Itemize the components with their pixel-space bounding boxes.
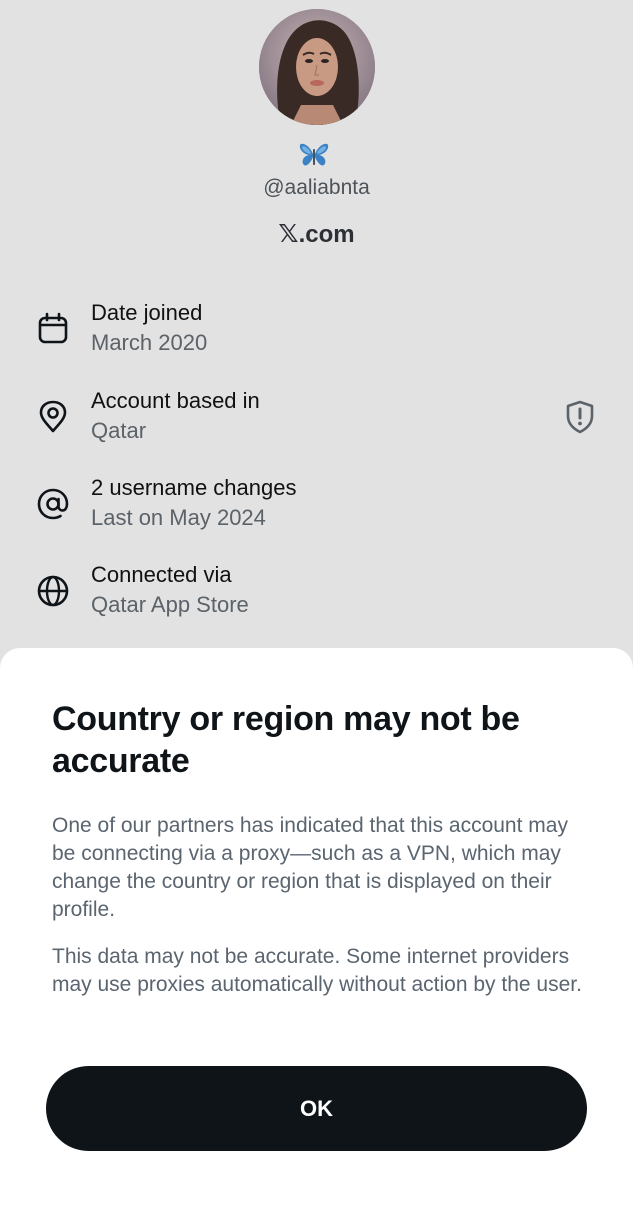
info-value: Qatar xyxy=(91,418,147,443)
profile-handle: @aaliabnta xyxy=(263,176,370,199)
butterfly-icon xyxy=(299,143,329,166)
ok-button[interactable]: OK xyxy=(46,1066,587,1151)
info-row-connected-via: Connected via Qatar App Store xyxy=(0,560,633,626)
globe-icon xyxy=(37,575,69,607)
info-row-date-joined: Date joined March 2020 xyxy=(0,298,633,364)
sheet-paragraph-proxy: One of our partners has indicated that t… xyxy=(52,814,568,921)
sheet-paragraph-accuracy: This data may not be accurate. Some inte… xyxy=(52,945,582,996)
info-title: Connected via xyxy=(91,562,232,587)
info-row-username-changes: 2 username changes Last on May 2024 xyxy=(0,473,633,539)
location-pin-icon xyxy=(39,400,67,433)
avatar[interactable] xyxy=(259,9,375,125)
calendar-icon xyxy=(38,312,68,344)
info-row-account-based-in: Account based in Qatar xyxy=(0,386,633,452)
at-sign-icon xyxy=(37,488,69,520)
account-site: 𝕏.com xyxy=(278,219,355,248)
sheet-title: Country or region may not be accurate xyxy=(52,700,520,780)
info-title: Date joined xyxy=(91,300,203,325)
info-value: March 2020 xyxy=(91,330,208,355)
info-value: Qatar App Store xyxy=(91,592,249,617)
info-title: Account based in xyxy=(91,388,260,413)
info-title: 2 username changes xyxy=(91,475,297,500)
info-value: Last on May 2024 xyxy=(91,505,266,530)
shield-alert-icon[interactable] xyxy=(564,400,596,434)
